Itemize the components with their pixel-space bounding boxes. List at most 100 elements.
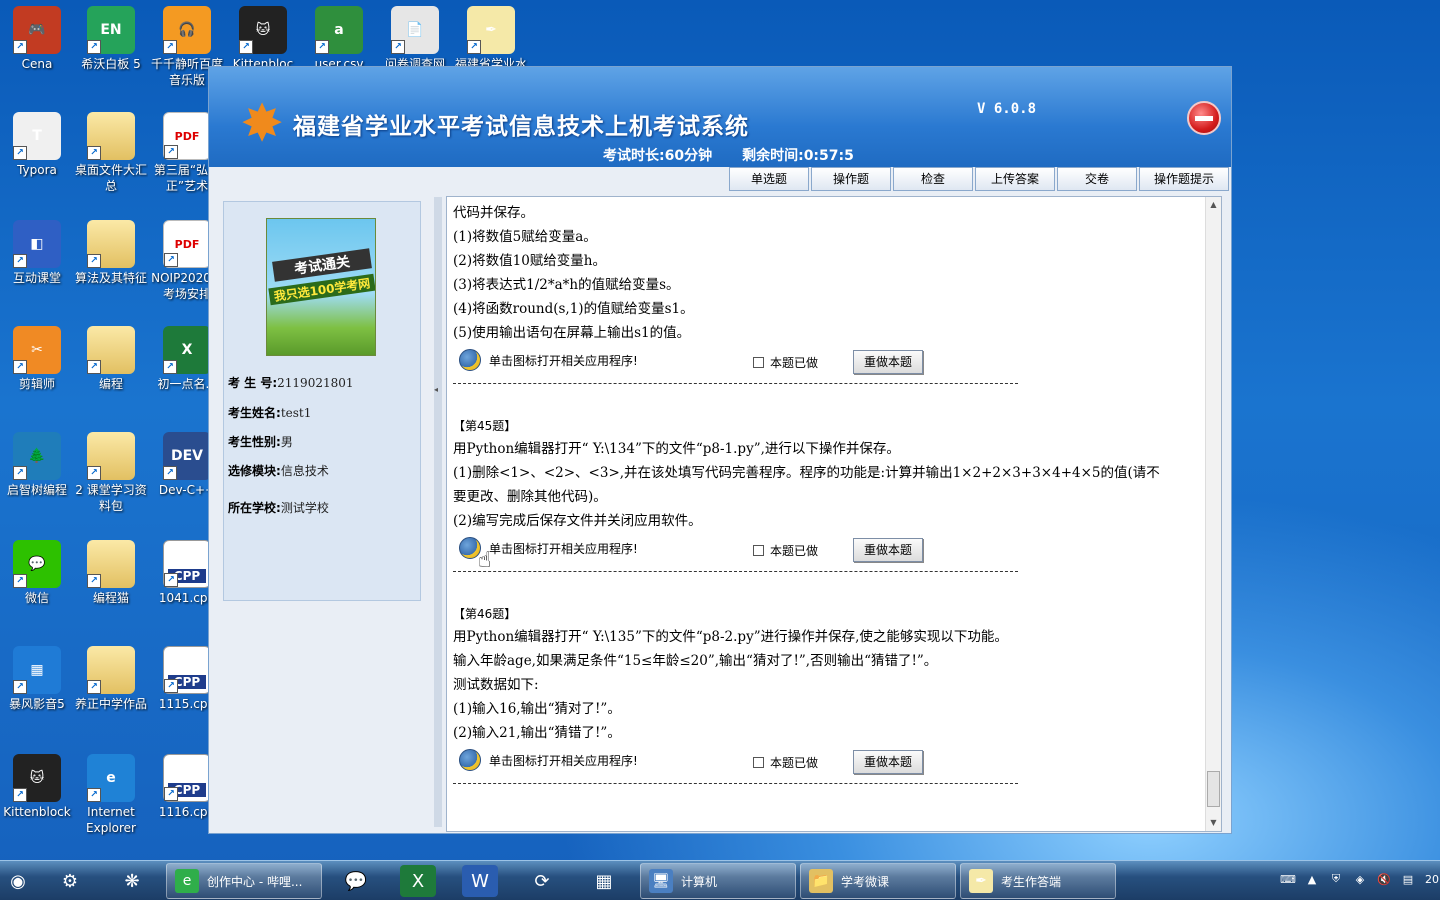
desktop-icon[interactable]: a ↗ user.csv — [302, 6, 376, 72]
done-checkbox[interactable]: 本题已做 — [753, 542, 818, 559]
desktop-icon-label: 微信 — [24, 591, 49, 605]
shortcut-icon[interactable]: CPP ↗ — [163, 754, 211, 802]
scroll-thumb[interactable] — [1207, 771, 1220, 807]
desktop-icon[interactable]: ↗ 2 课堂学习资料包 — [74, 432, 148, 514]
open-app-hint[interactable]: 单击图标打开相关应用程序! — [459, 749, 638, 771]
desktop-icon-label: 桌面文件大汇总 — [74, 163, 147, 193]
shortcut-icon[interactable]: ↗ — [87, 220, 135, 268]
student-gender-row: 考生性别:男 — [228, 433, 293, 450]
open-app-hint[interactable]: 单击图标打开相关应用程序! — [459, 349, 638, 371]
volume-icon[interactable]: 🔇 — [1376, 871, 1392, 887]
q45-header: 【第45题】 — [453, 419, 517, 433]
desktop-icon[interactable]: ↗ 算法及其特征 — [74, 220, 148, 286]
app-icon[interactable]: ⚙ — [52, 865, 88, 897]
clock[interactable]: 20 — [1424, 871, 1440, 887]
shortcut-icon[interactable]: 🐱 ↗ — [239, 6, 287, 54]
checkbox-icon[interactable] — [753, 757, 764, 768]
redo-button[interactable]: 重做本题 — [853, 350, 923, 374]
shortcut-icon[interactable]: ↗ — [87, 112, 135, 160]
shortcut-icon[interactable]: 🎮 ↗ — [13, 6, 61, 54]
shortcut-icon[interactable]: PDF ↗ — [163, 112, 211, 160]
shield-icon[interactable]: ◈ — [1352, 871, 1368, 887]
desktop-icon[interactable]: ↗ 桌面文件大汇总 — [74, 112, 148, 194]
shortcut-icon[interactable]: ◧ ↗ — [13, 220, 61, 268]
shortcut-icon[interactable]: 💬 ↗ — [13, 540, 61, 588]
shortcut-icon[interactable]: T ↗ — [13, 112, 61, 160]
task-browser[interactable]: e 创作中心 - 哔哩... — [166, 863, 322, 899]
security-icon[interactable]: ⛨ — [1328, 871, 1344, 887]
word-icon[interactable]: W — [462, 865, 498, 897]
desktop-icon[interactable]: ◧ ↗ 互动课堂 — [0, 220, 74, 286]
close-button[interactable] — [1187, 101, 1221, 135]
operation-button[interactable]: 操作题 — [811, 167, 891, 191]
scroll-up-icon[interactable]: ▲ — [1206, 197, 1221, 213]
baidu-netdisk-icon[interactable]: ❋ — [114, 865, 150, 897]
desktop-icon[interactable]: ↗ 编程 — [74, 326, 148, 392]
done-checkbox[interactable]: 本题已做 — [753, 754, 818, 771]
vertical-scrollbar[interactable]: ▲ ▼ — [1205, 197, 1221, 831]
shortcut-icon[interactable]: 🌲 ↗ — [13, 432, 61, 480]
q46-header: 【第46题】 — [453, 607, 517, 621]
shortcut-icon[interactable]: 🐱 ↗ — [13, 754, 61, 802]
desktop-icon[interactable]: 💬 ↗ 微信 — [0, 540, 74, 606]
shortcut-icon[interactable]: a ↗ — [315, 6, 363, 54]
shortcut-icon[interactable]: ↗ — [87, 326, 135, 374]
python-icon[interactable] — [459, 349, 481, 371]
redo-button[interactable]: 重做本题 — [853, 750, 923, 774]
shortcut-icon[interactable]: ▦ ↗ — [13, 646, 61, 694]
desktop-icon[interactable]: EN ↗ 希沃白板 5 — [74, 6, 148, 72]
shortcut-icon[interactable]: EN ↗ — [87, 6, 135, 54]
shortcut-icon[interactable]: ↗ — [87, 646, 135, 694]
desktop-icon[interactable]: T ↗ Typora — [0, 112, 74, 178]
desktop-icon[interactable]: 📄 ↗ 问卷调查网 — [378, 6, 452, 72]
excel-icon[interactable]: X — [400, 865, 436, 897]
shortcut-icon[interactable]: PDF ↗ — [163, 220, 211, 268]
upload-answer-button[interactable]: 上传答案 — [975, 167, 1055, 191]
desktop-icon[interactable]: 🐱 ↗ Kittenblock — [0, 754, 74, 820]
submit-button[interactable]: 交卷 — [1057, 167, 1137, 191]
shortcut-icon[interactable]: ✒ ↗ — [467, 6, 515, 54]
sync-icon[interactable]: ⟳ — [524, 865, 560, 897]
task-exam-client[interactable]: ✒ 考生作答端 — [960, 863, 1116, 899]
shortcut-icon[interactable]: CPP ↗ — [163, 646, 211, 694]
shortcut-icon[interactable]: 📄 ↗ — [391, 6, 439, 54]
desktop-icon[interactable]: ✂ ↗ 剪辑师 — [0, 326, 74, 392]
shortcut-arrow-icon: ↗ — [164, 787, 178, 801]
desktop-icon[interactable]: ▦ ↗ 暴风影音5 — [0, 646, 74, 712]
python-icon[interactable] — [459, 749, 481, 771]
shortcut-icon[interactable]: CPP ↗ — [163, 540, 211, 588]
shortcut-icon[interactable]: ↗ — [87, 432, 135, 480]
panel-splitter[interactable] — [434, 197, 442, 827]
done-checkbox[interactable]: 本题已做 — [753, 354, 818, 371]
network-icon[interactable]: ▤ — [1400, 871, 1416, 887]
shortcut-icon[interactable]: ↗ — [87, 540, 135, 588]
q46-line: 用Python编辑器打开“ Y:\135”下的文件“p8-2.py”进行操作并保… — [453, 629, 1008, 645]
shortcut-icon[interactable]: ✂ ↗ — [13, 326, 61, 374]
storm-player-icon[interactable]: ▦ — [586, 865, 622, 897]
desktop-icon[interactable]: ✒ ↗ 福建省学业水 — [454, 6, 528, 72]
desktop-icon[interactable]: 🌲 ↗ 启智树编程 — [0, 432, 74, 498]
checkbox-icon[interactable] — [753, 545, 764, 556]
shortcut-icon[interactable]: DEV ↗ — [163, 432, 211, 480]
check-button[interactable]: 检查 — [893, 167, 973, 191]
wechat-icon[interactable]: 💬 — [338, 865, 374, 897]
desktop-icon[interactable]: e ↗ Internet Explorer — [74, 754, 148, 836]
desktop-icon[interactable]: 🎮 ↗ Cena — [0, 6, 74, 72]
desktop-icon[interactable]: ↗ 养正中学作品 — [74, 646, 148, 712]
single-choice-button[interactable]: 单选题 — [729, 167, 809, 191]
redo-button[interactable]: 重做本题 — [853, 538, 923, 562]
shortcut-icon[interactable]: X ↗ — [163, 326, 211, 374]
checkbox-icon[interactable] — [753, 357, 764, 368]
desktop-icon[interactable]: ↗ 编程猫 — [74, 540, 148, 606]
operation-hint-button[interactable]: 操作题提示 — [1139, 167, 1230, 191]
chrome-icon[interactable]: ◉ — [0, 865, 36, 897]
scroll-down-icon[interactable]: ▼ — [1206, 815, 1221, 831]
keyboard-icon[interactable]: ⌨ — [1280, 871, 1296, 887]
desktop-icon[interactable]: 🐱 ↗ Kittenbloc — [226, 6, 300, 72]
done-label: 本题已做 — [770, 756, 819, 770]
arrow-up-icon[interactable]: ▲ — [1304, 871, 1320, 887]
task-folder[interactable]: 📁 学考微课 — [800, 863, 956, 899]
shortcut-icon[interactable]: 🎧 ↗ — [163, 6, 211, 54]
task-computer[interactable]: 🖥 计算机 — [640, 863, 796, 899]
shortcut-icon[interactable]: e ↗ — [87, 754, 135, 802]
